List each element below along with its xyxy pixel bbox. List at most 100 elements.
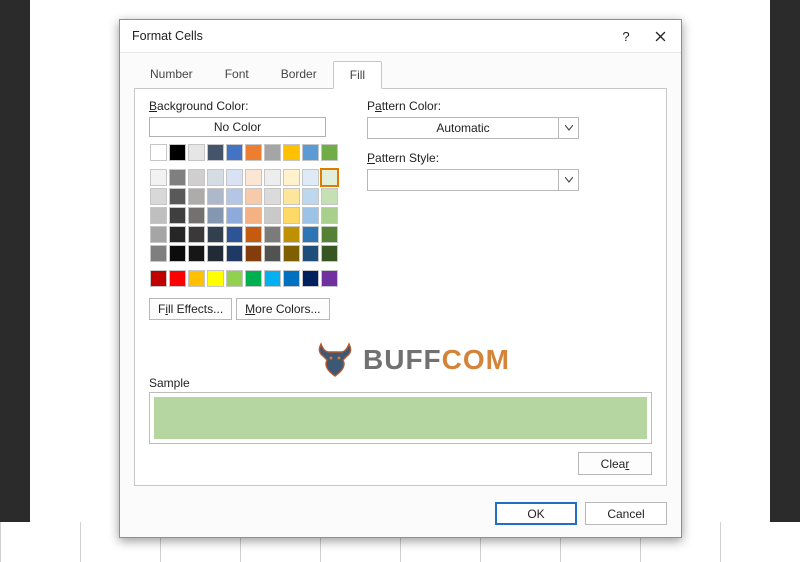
color-swatch[interactable] [283, 245, 300, 262]
panel-columns: Background Color: No Color Fill Effects.… [149, 99, 652, 320]
color-swatch[interactable] [264, 226, 281, 243]
color-swatch[interactable] [245, 245, 262, 262]
color-swatch[interactable] [169, 188, 186, 205]
palette-row [149, 187, 339, 206]
color-swatch[interactable] [226, 207, 243, 224]
color-swatch[interactable] [321, 245, 338, 262]
color-swatch[interactable] [283, 144, 300, 161]
color-swatch[interactable] [207, 188, 224, 205]
color-swatch[interactable] [188, 188, 205, 205]
palette-buttons: Fill Effects... More Colors... [149, 298, 339, 320]
color-swatch[interactable] [150, 169, 167, 186]
pattern-color-combo[interactable]: Automatic [367, 117, 579, 139]
color-swatch[interactable] [169, 245, 186, 262]
color-swatch[interactable] [245, 207, 262, 224]
color-swatch[interactable] [150, 144, 167, 161]
color-swatch[interactable] [226, 169, 243, 186]
pattern-style-label: Pattern Style: [367, 151, 652, 165]
color-swatch[interactable] [226, 245, 243, 262]
color-swatch[interactable] [302, 245, 319, 262]
color-swatch[interactable] [169, 226, 186, 243]
color-swatch[interactable] [188, 169, 205, 186]
color-swatch[interactable] [283, 226, 300, 243]
color-swatch[interactable] [207, 144, 224, 161]
bg-strip-left [0, 0, 30, 522]
close-button[interactable] [643, 21, 677, 51]
color-swatch[interactable] [188, 245, 205, 262]
color-swatch[interactable] [188, 144, 205, 161]
no-color-button[interactable]: No Color [149, 117, 326, 137]
watermark-text: BUFFCOM [363, 344, 510, 376]
color-swatch[interactable] [245, 144, 262, 161]
color-swatch[interactable] [150, 226, 167, 243]
color-swatch[interactable] [169, 270, 186, 287]
palette-row [149, 143, 339, 162]
color-swatch[interactable] [169, 169, 186, 186]
chevron-down-icon [558, 118, 578, 138]
color-swatch[interactable] [169, 144, 186, 161]
color-swatch[interactable] [207, 245, 224, 262]
color-swatch[interactable] [321, 226, 338, 243]
color-swatch[interactable] [321, 207, 338, 224]
color-swatch[interactable] [321, 169, 338, 186]
color-swatch[interactable] [321, 270, 338, 287]
color-swatch[interactable] [207, 207, 224, 224]
color-swatch[interactable] [283, 188, 300, 205]
cancel-button[interactable]: Cancel [585, 502, 667, 525]
color-swatch[interactable] [245, 270, 262, 287]
color-palette [149, 143, 339, 288]
color-swatch[interactable] [264, 169, 281, 186]
color-swatch[interactable] [226, 144, 243, 161]
color-swatch[interactable] [283, 207, 300, 224]
color-swatch[interactable] [207, 226, 224, 243]
color-swatch[interactable] [302, 188, 319, 205]
color-swatch[interactable] [245, 188, 262, 205]
color-swatch[interactable] [245, 226, 262, 243]
color-swatch[interactable] [226, 270, 243, 287]
color-swatch[interactable] [188, 270, 205, 287]
color-swatch[interactable] [264, 270, 281, 287]
color-swatch[interactable] [283, 270, 300, 287]
color-swatch[interactable] [264, 188, 281, 205]
tab-font[interactable]: Font [209, 61, 265, 89]
fill-tab-panel: Background Color: No Color Fill Effects.… [134, 88, 667, 486]
close-icon [655, 31, 666, 42]
color-swatch[interactable] [264, 144, 281, 161]
tab-fill[interactable]: Fill [333, 61, 382, 89]
color-swatch[interactable] [150, 270, 167, 287]
color-swatch[interactable] [302, 169, 319, 186]
palette-row [149, 269, 339, 288]
color-swatch[interactable] [264, 207, 281, 224]
color-swatch[interactable] [169, 207, 186, 224]
color-swatch[interactable] [207, 169, 224, 186]
color-swatch[interactable] [302, 226, 319, 243]
color-swatch[interactable] [150, 188, 167, 205]
color-swatch[interactable] [302, 144, 319, 161]
chevron-down-icon [558, 170, 578, 190]
tab-strip: Number Font Border Fill [134, 61, 667, 89]
color-swatch[interactable] [226, 226, 243, 243]
more-colors-button[interactable]: More Colors... [236, 298, 329, 320]
color-swatch[interactable] [321, 144, 338, 161]
pattern-style-combo[interactable] [367, 169, 579, 191]
color-swatch[interactable] [150, 245, 167, 262]
ok-button[interactable]: OK [495, 502, 577, 525]
tab-border[interactable]: Border [265, 61, 333, 89]
format-cells-dialog: Format Cells ? Number Font Border Fill B… [119, 19, 682, 538]
color-swatch[interactable] [283, 169, 300, 186]
fill-effects-button[interactable]: Fill Effects... [149, 298, 232, 320]
color-swatch[interactable] [150, 207, 167, 224]
color-swatch[interactable] [226, 188, 243, 205]
tab-number[interactable]: Number [134, 61, 209, 89]
pattern-color-label: Pattern Color: [367, 99, 652, 113]
color-swatch[interactable] [302, 270, 319, 287]
help-button[interactable]: ? [609, 21, 643, 51]
color-swatch[interactable] [321, 188, 338, 205]
color-swatch[interactable] [264, 245, 281, 262]
color-swatch[interactable] [188, 226, 205, 243]
clear-button[interactable]: Clear [578, 452, 652, 475]
color-swatch[interactable] [207, 270, 224, 287]
color-swatch[interactable] [245, 169, 262, 186]
color-swatch[interactable] [302, 207, 319, 224]
color-swatch[interactable] [188, 207, 205, 224]
